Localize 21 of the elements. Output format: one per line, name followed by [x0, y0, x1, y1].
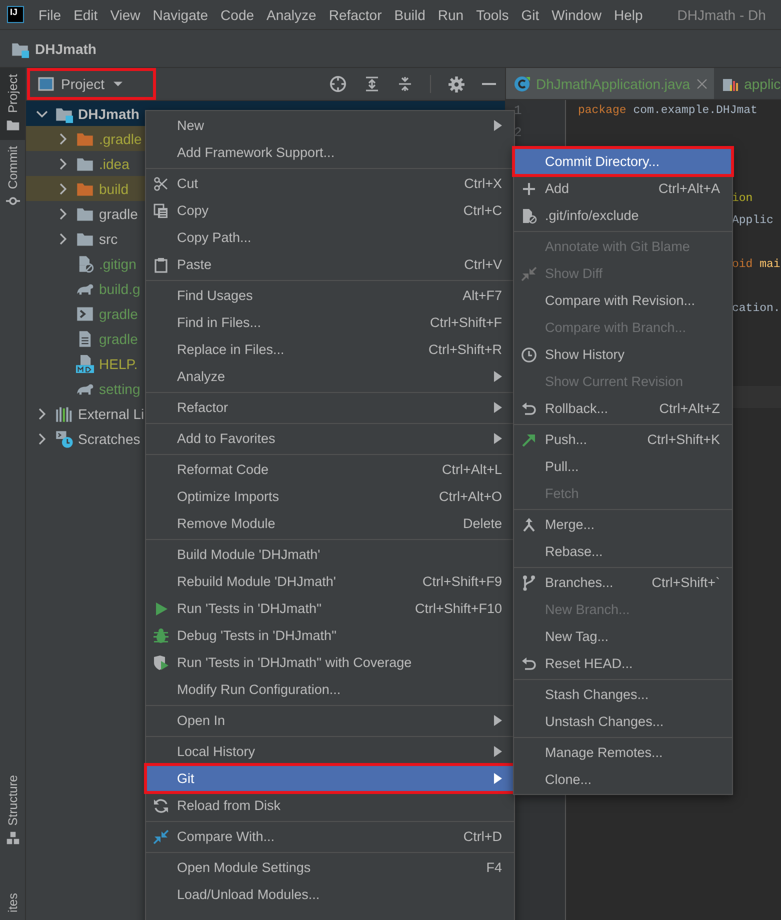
tree-item-label: HELP.	[99, 356, 138, 372]
tree-item-label: src	[99, 230, 118, 246]
tree-item-label: setting	[99, 380, 140, 396]
code-line: oid mai	[732, 258, 780, 271]
tree-item-label: External Li	[78, 406, 144, 422]
tree-item-label: Scratches	[78, 430, 140, 446]
code-line: Applic	[732, 214, 774, 227]
tree-item-label: build	[99, 180, 129, 196]
tree-item-label: gradle	[99, 330, 138, 346]
tree-item-label: .gitign	[99, 256, 136, 272]
code-line: ion	[732, 192, 753, 205]
tree-item-label: gradle	[99, 206, 138, 222]
code-line: package com.example.DHJmat	[578, 104, 758, 117]
tree-item-label: gradle	[99, 306, 138, 322]
tree-item-label: build.g	[99, 280, 140, 296]
code-line: cation.	[732, 302, 780, 315]
tree-item-label: .idea	[99, 156, 130, 172]
window-title: DHJmath - Dh	[677, 6, 766, 22]
app-logo: IJ	[7, 6, 24, 23]
tree-item-label: .gradle	[99, 130, 142, 146]
tree-item-label: DHJmath	[78, 106, 140, 122]
